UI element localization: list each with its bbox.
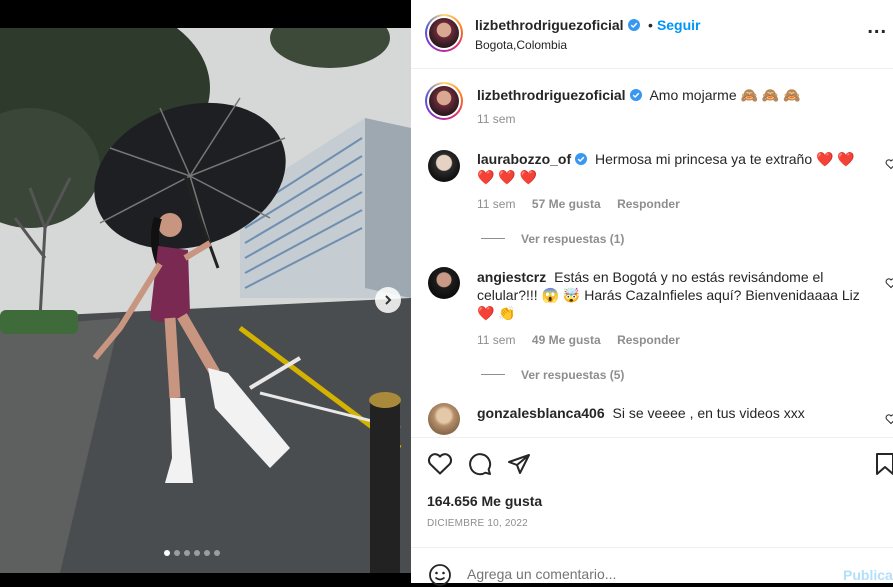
carousel-indicator — [164, 550, 220, 556]
comment-username[interactable]: angiestcrz — [477, 269, 546, 285]
more-options-button[interactable]: ... — [867, 16, 887, 39]
post-actions-bar: 164.656 Me gusta DICIEMBRE 10, 2022 — [411, 437, 893, 548]
post-header: lizbethrodriguezoficial • Seguir Bogota,C… — [411, 0, 893, 69]
comment-meta: 11 sem 49 Me gusta Responder — [477, 331, 680, 349]
comment-avatar[interactable] — [428, 403, 460, 435]
post-date[interactable]: DICIEMBRE 10, 2022 — [427, 518, 528, 529]
comment-text: Si se veeee , en tus videos xxx — [612, 405, 805, 421]
comment-timestamp[interactable]: 11 sem — [477, 333, 515, 347]
reply-button[interactable]: Responder — [617, 333, 680, 347]
comment-like-icon[interactable] — [885, 277, 893, 289]
verified-badge-icon — [627, 19, 640, 31]
follow-button[interactable]: Seguir — [657, 17, 701, 33]
likes-count[interactable]: 164.656 Me gusta — [427, 493, 542, 509]
publish-button[interactable]: Publicar — [843, 567, 893, 583]
comment-meta: 11 sem 57 Me gusta Responder — [477, 195, 680, 213]
post-media — [0, 0, 411, 583]
verified-badge-icon — [575, 153, 588, 165]
emoji-icon[interactable] — [428, 563, 452, 587]
carousel-dot — [164, 550, 170, 556]
caption-avatar[interactable] — [429, 86, 459, 116]
carousel-next-button[interactable] — [375, 287, 401, 313]
carousel-dot — [174, 550, 180, 556]
comment-timestamp[interactable]: 11 sem — [477, 197, 515, 211]
view-replies-label: Ver respuestas (5) — [521, 368, 625, 382]
comment-like-icon[interactable] — [885, 413, 893, 425]
bookmark-icon[interactable] — [875, 452, 893, 476]
caption-timestamp[interactable]: 11 sem — [477, 112, 515, 126]
carousel-dot — [194, 550, 200, 556]
add-comment-bar: Publicar — [411, 547, 893, 587]
avatar[interactable] — [429, 18, 459, 48]
verified-badge-icon — [629, 89, 642, 101]
rain-scene-illustration — [0, 28, 411, 573]
view-replies[interactable]: Ver respuestas (5) — [481, 366, 624, 384]
comments-list: lizbethrodriguezoficial Amo mojarme 🙈 🙈 … — [411, 69, 893, 437]
comment-avatar[interactable] — [428, 150, 460, 182]
carousel-dot — [214, 550, 220, 556]
chevron-right-icon — [385, 295, 392, 305]
post-location[interactable]: Bogota,Colombia — [475, 38, 567, 52]
post-photo — [0, 28, 411, 573]
comment-like-icon[interactable] — [885, 158, 893, 170]
comment-item: laurabozzo_of Hermosa mi princesa ya te … — [477, 150, 862, 186]
carousel-dot — [204, 550, 210, 556]
comment-likes[interactable]: 57 Me gusta — [532, 197, 601, 211]
comment-item: angiestcrz Estás en Bogotá y no estás re… — [477, 268, 862, 322]
comment-likes[interactable]: 49 Me gusta — [532, 333, 601, 347]
comment-avatar[interactable] — [428, 267, 460, 299]
comment-item: gonzalesblanca406 Si se veeee , en tus v… — [477, 404, 862, 422]
carousel-dot — [184, 550, 190, 556]
heart-icon[interactable] — [427, 452, 453, 476]
post-author-username[interactable]: lizbethrodriguezoficial — [475, 17, 624, 33]
caption-username[interactable]: lizbethrodriguezoficial — [477, 87, 626, 103]
comment-icon[interactable] — [468, 452, 492, 476]
reply-button[interactable]: Responder — [617, 197, 680, 211]
comment-username[interactable]: laurabozzo_of — [477, 151, 571, 167]
separator-dot: • — [648, 17, 653, 33]
post-side-panel: lizbethrodriguezoficial • Seguir Bogota,C… — [411, 0, 893, 587]
comment-input[interactable] — [467, 564, 827, 584]
comment-username[interactable]: gonzalesblanca406 — [477, 405, 605, 421]
view-replies-label: Ver respuestas (1) — [521, 232, 625, 246]
caption-text: Amo mojarme 🙈 🙈 🙈 — [649, 87, 801, 103]
share-icon[interactable] — [507, 452, 531, 476]
caption: lizbethrodriguezoficial Amo mojarme 🙈 🙈 … — [477, 86, 877, 104]
view-replies[interactable]: Ver respuestas (1) — [481, 230, 624, 248]
